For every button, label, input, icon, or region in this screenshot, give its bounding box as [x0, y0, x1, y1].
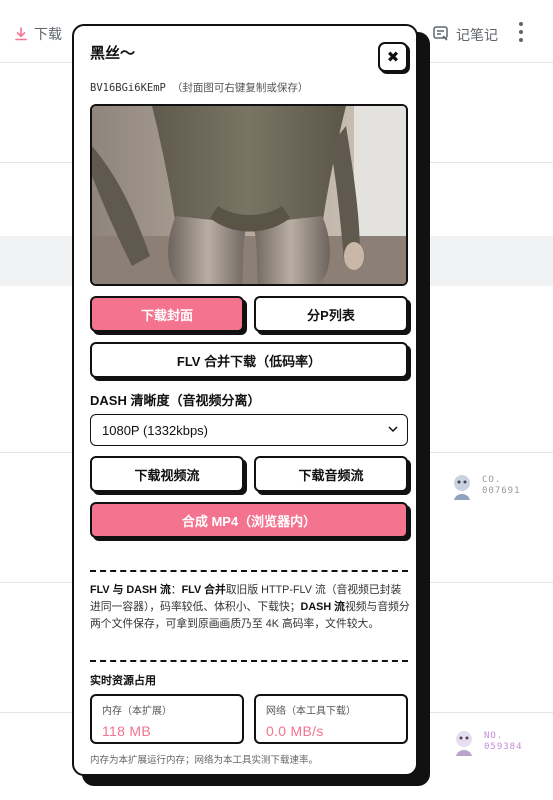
flv-merge-download-button[interactable]: FLV 合并下载（低码率）: [90, 342, 408, 378]
avatar-pendant-icon: [448, 726, 480, 758]
close-icon: ✖: [386, 49, 400, 66]
note-term-flv-merge: FLV 合并: [181, 584, 226, 596]
video-id-row: BV16BGi6KEmP （封面图可右键复制或保存）: [90, 80, 308, 95]
avatar-pendant-icon: [446, 470, 478, 502]
background-download-button[interactable]: 下载: [14, 24, 62, 44]
download-audio-stream-button[interactable]: 下载音频流: [254, 456, 408, 492]
p-list-button[interactable]: 分P列表: [254, 296, 408, 332]
network-stat: 网络（本工具下载） 0.0 MB/s: [254, 694, 408, 744]
close-button[interactable]: ✖: [378, 42, 408, 72]
download-cover-button[interactable]: 下载封面: [90, 296, 244, 332]
quality-selected-value: 1080P (1332kbps): [102, 422, 209, 438]
cover-hint: （封面图可右键复制或保存）: [171, 82, 309, 94]
notes-icon: [432, 24, 450, 45]
video-id: BV16BGi6KEmP: [90, 82, 166, 94]
badge-line1: NO.: [484, 731, 504, 741]
download-icon: [14, 27, 28, 41]
dash-quality-label: DASH 清晰度（音视频分离）: [90, 393, 261, 408]
quality-select[interactable]: 1080P (1332kbps): [90, 414, 408, 446]
badge-line2: 007691: [482, 486, 521, 496]
fan-badge[interactable]: CO. 007691: [446, 470, 521, 502]
note-colon: ：: [170, 584, 182, 596]
dashed-divider: [90, 570, 408, 572]
background-notes-button[interactable]: 记笔记: [432, 24, 498, 45]
badge-line2: 059384: [484, 742, 523, 752]
background-download-label: 下载: [34, 26, 62, 42]
download-panel: 黑丝～ ✖ BV16BGi6KEmP （封面图可右键复制或保存） 下载封面 分P列…: [72, 24, 418, 776]
download-video-stream-button[interactable]: 下载视频流: [90, 456, 244, 492]
memory-label: 内存（本扩展）: [102, 706, 172, 717]
resources-footnote: 内存为本扩展运行内存；网络为本工具实测下载速率。: [90, 755, 319, 766]
dashed-divider: [90, 660, 408, 662]
compose-mp4-button[interactable]: 合成 MP4（浏览器内）: [90, 502, 408, 538]
chevron-down-icon: [387, 423, 399, 438]
fan-badge[interactable]: NO. 059384: [448, 726, 523, 758]
network-label: 网络（本工具下载）: [266, 706, 356, 717]
note-term-dash: DASH 流: [300, 601, 345, 613]
panel-title: 黑丝～: [90, 45, 136, 62]
resources-title: 实时资源占用: [90, 675, 156, 687]
format-explanation: FLV 与 DASH 流：FLV 合并取旧版 HTTP-FLV 流（音视频已封装…: [90, 582, 410, 633]
memory-value: 118 MB: [102, 723, 152, 739]
background-notes-label: 记笔记: [456, 26, 498, 43]
network-value: 0.0 MB/s: [266, 723, 324, 739]
note-term-flv-dash: FLV 与 DASH 流: [90, 584, 171, 596]
badge-line1: CO.: [482, 475, 502, 485]
more-options-icon[interactable]: [516, 22, 526, 42]
cover-image[interactable]: [90, 104, 408, 286]
memory-stat: 内存（本扩展） 118 MB: [90, 694, 244, 744]
